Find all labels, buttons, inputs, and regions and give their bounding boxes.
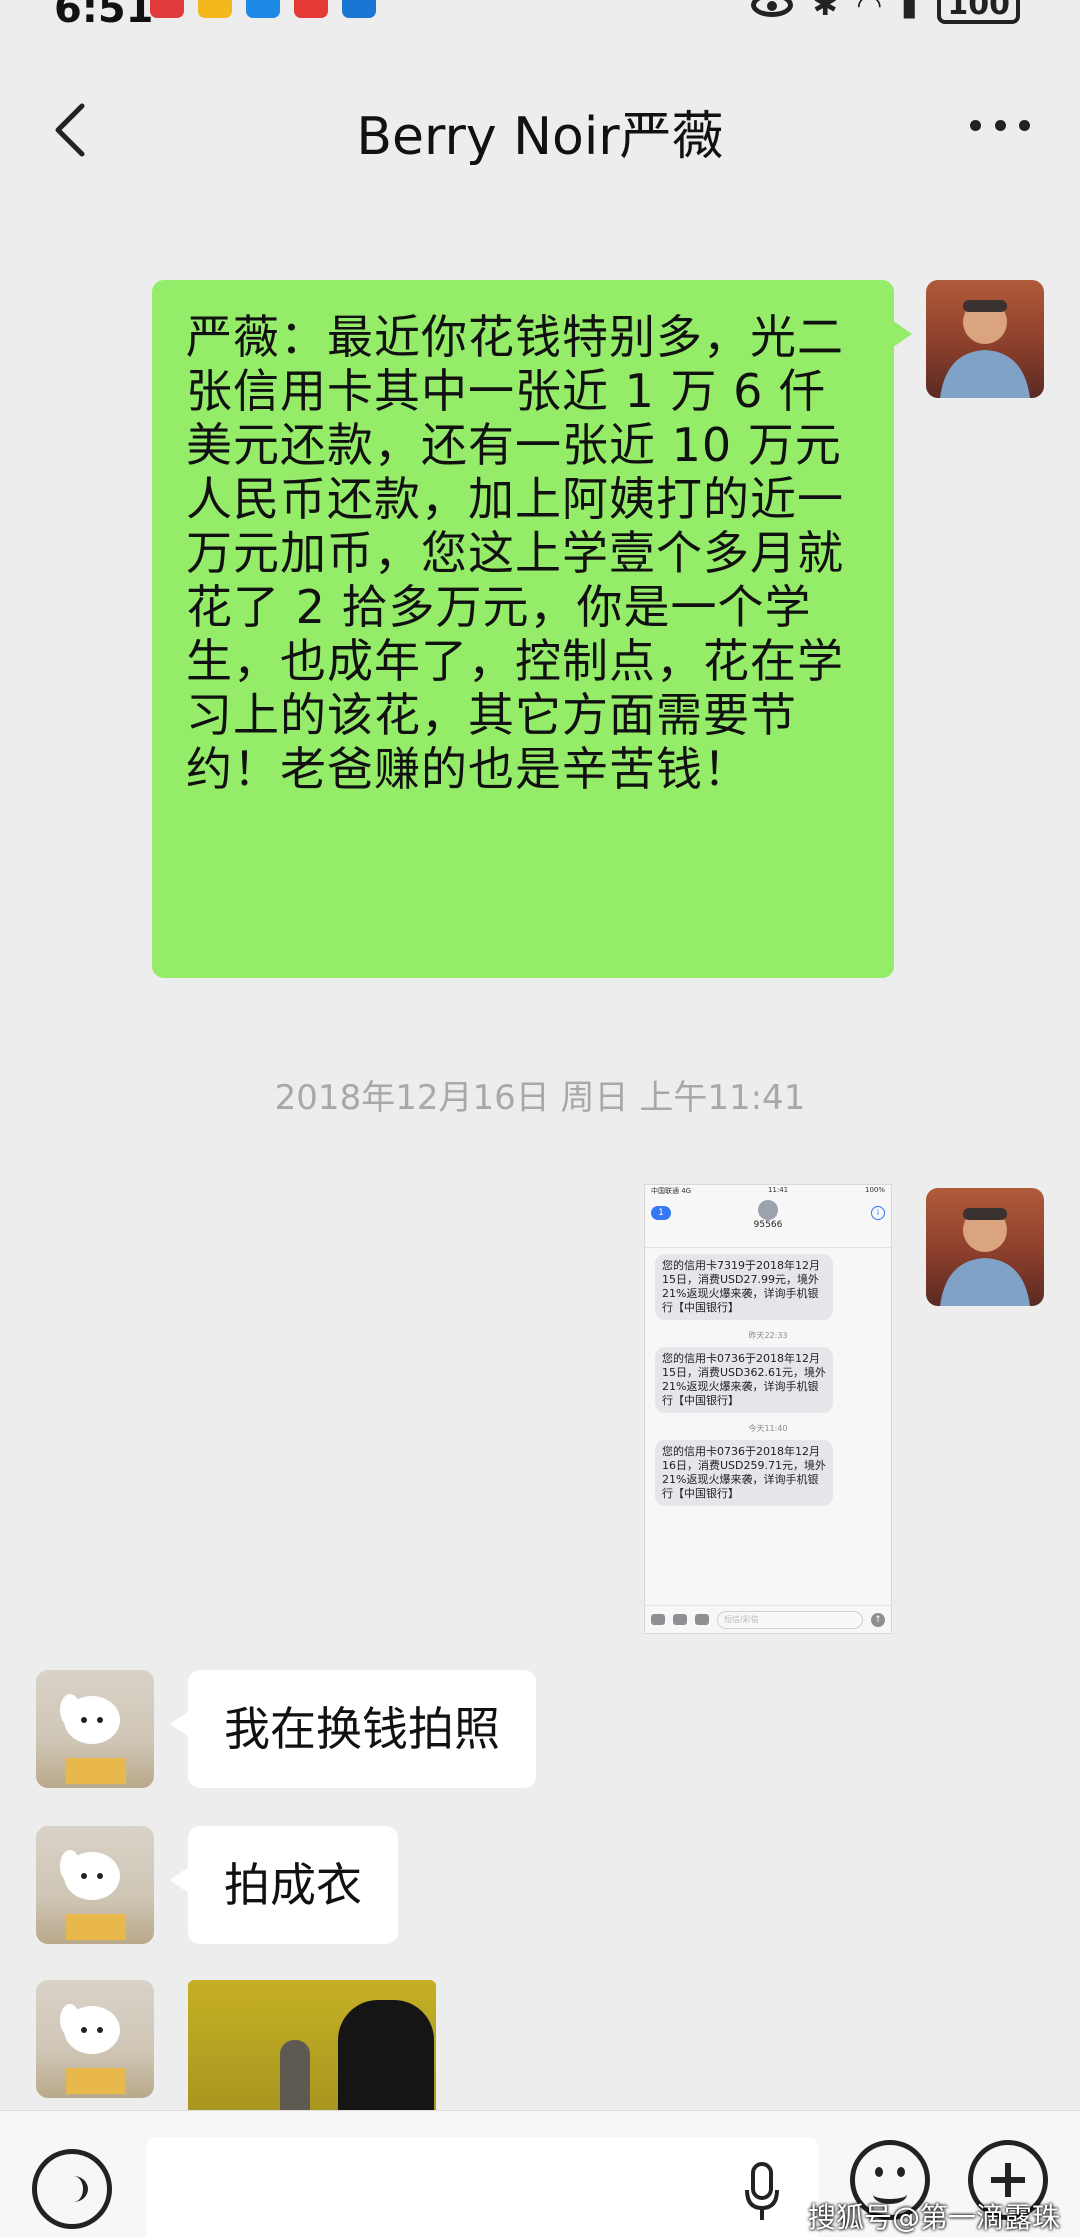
contact-avatar-icon: [758, 1200, 778, 1220]
photo-message[interactable]: [188, 1980, 436, 2110]
sms-back-badge: 1: [651, 1206, 671, 1220]
plush-toy-icon: [60, 2004, 126, 2094]
sms-screenshot-image[interactable]: 中国联通 4G 11:41 100% 1 95566 i 您的信用卡7319于2…: [644, 1184, 892, 1634]
sms-time-label: 昨天22:33: [748, 1331, 788, 1340]
sms-battery: 100%: [864, 1186, 885, 1194]
plush-toy-icon: [60, 1694, 126, 1784]
plush-toy-icon: [60, 1850, 126, 1940]
microphone-icon[interactable]: [744, 2162, 780, 2222]
sms-message: 您的信用卡0736于2018年12月15日，消费USD362.61元，境外21%…: [655, 1347, 833, 1413]
sms-status-bar: 中国联通 4G 11:41 100%: [645, 1185, 891, 1197]
apps-icon: [673, 1614, 687, 1625]
app-icon: [150, 0, 184, 18]
avatar-self[interactable]: [36, 1826, 154, 1944]
person-icon: [940, 300, 1030, 398]
app-icon: [342, 0, 376, 18]
photo-figure: [338, 2000, 434, 2110]
avatar-self[interactable]: [36, 1670, 154, 1788]
chat-screen: 6:51 ✱ ◠ ▮ 100 Berry Noir严薇 严薇：最近你花钱特别多，…: [0, 0, 1080, 2237]
chat-header: Berry Noir严薇: [0, 70, 1080, 190]
sms-time-label: 今天11:40: [748, 1424, 788, 1433]
sms-clock: 11:41: [767, 1186, 789, 1194]
message-input[interactable]: [146, 2137, 818, 2237]
avatar-self[interactable]: [36, 1980, 154, 2098]
sms-message: 您的信用卡7319于2018年12月15日，消费USD27.99元，境外21%返…: [655, 1254, 833, 1320]
sms-carrier: 中国联通 4G: [651, 1187, 692, 1195]
sms-header: 1 95566 i: [645, 1200, 891, 1248]
status-time: 6:51: [54, 0, 154, 32]
app-icon: [246, 0, 280, 18]
wifi-icon: ◠: [857, 0, 881, 23]
eye-comfort-icon: [750, 0, 793, 17]
photo-figure: [280, 2040, 310, 2110]
sms-compose-bar: 短信/彩信 ↑: [645, 1605, 891, 1633]
sms-contact-name: 95566: [753, 1220, 783, 1230]
voice-input-icon[interactable]: [32, 2149, 112, 2229]
send-icon: ↑: [871, 1612, 885, 1627]
info-icon: i: [871, 1206, 885, 1220]
person-icon: [940, 1208, 1030, 1306]
app-icon: [294, 0, 328, 18]
sms-input: 短信/彩信: [717, 1610, 863, 1629]
message-bubble-self[interactable]: 我在换钱拍照: [170, 1670, 536, 1788]
chat-title: Berry Noir严薇: [356, 107, 724, 167]
watermark: 搜狐号@第一滴露珠: [807, 2201, 1060, 2234]
sms-message: 您的信用卡0736于2018年12月16日，消费USD259.71元，境外21%…: [655, 1440, 833, 1506]
avatar-dad[interactable]: [926, 280, 1044, 398]
more-options-icon[interactable]: [970, 110, 1030, 140]
message-timestamp: 2018年12月16日 周日 上午11:41: [274, 1078, 806, 1118]
status-bar: 6:51 ✱ ◠ ▮ 100: [0, 0, 1080, 32]
status-indicators: ✱ ◠ ▮ 100: [750, 0, 1020, 24]
app-icon: [198, 0, 232, 18]
bluetooth-icon: ✱: [812, 0, 838, 23]
battery-indicator: 100: [937, 0, 1020, 24]
appstore-icon: [695, 1614, 709, 1625]
message-bubble-self[interactable]: 拍成衣: [170, 1826, 398, 1944]
message-bubble-dad[interactable]: 严薇：最近你花钱特别多，光二张信用卡其中一张近 1 万 6 仟美元还款，还有一张…: [152, 280, 912, 978]
camera-icon: [651, 1614, 665, 1625]
signal-icon: ▮: [900, 0, 918, 23]
avatar-dad[interactable]: [926, 1188, 1044, 1306]
